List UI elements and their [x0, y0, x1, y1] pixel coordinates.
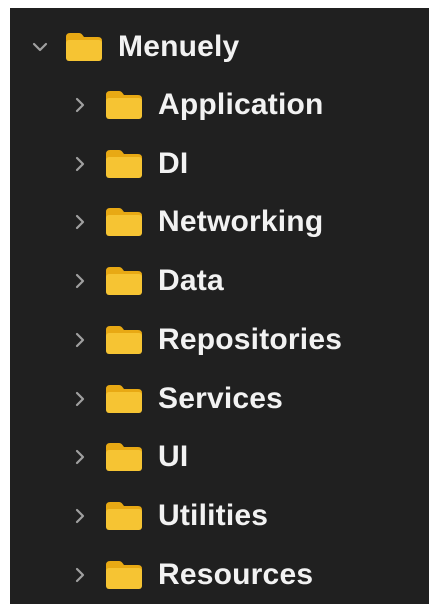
- folder-icon: [66, 33, 102, 61]
- folder-icon: [106, 560, 142, 589]
- chevron-right-icon[interactable]: [70, 154, 90, 174]
- folder-row-di[interactable]: DI: [10, 135, 429, 193]
- chevron-right-icon[interactable]: [70, 506, 90, 526]
- folder-row-services[interactable]: Services: [10, 370, 429, 428]
- chevron-right-icon[interactable]: [70, 565, 90, 585]
- folder-row-networking[interactable]: Networking: [10, 193, 429, 251]
- folder-label: Resources: [158, 557, 314, 591]
- folder-label: Repositories: [158, 322, 343, 356]
- chevron-right-icon[interactable]: [70, 389, 90, 409]
- folder-label: Utilities: [158, 498, 269, 532]
- folder-icon: [106, 267, 142, 296]
- folder-label: Application: [158, 88, 324, 121]
- chevron-right-icon[interactable]: [70, 330, 90, 350]
- folder-label: Networking: [158, 205, 324, 239]
- folder-label: Services: [158, 381, 284, 415]
- folder-label: DI: [158, 146, 189, 180]
- folder-label: UI: [158, 440, 189, 474]
- chevron-right-icon[interactable]: [70, 95, 90, 115]
- chevron-right-icon[interactable]: [70, 447, 90, 467]
- folder-row-utilities[interactable]: Utilities: [10, 487, 429, 545]
- folder-icon: [106, 325, 142, 354]
- project-navigator: Menuely Application DI Networking Data Repos…: [10, 8, 429, 604]
- folder-row-repositories[interactable]: Repositories: [10, 311, 429, 369]
- folder-icon: [106, 208, 142, 237]
- chevron-right-icon[interactable]: [70, 271, 90, 291]
- folder-icon: [106, 91, 142, 119]
- folder-row-data[interactable]: Data: [10, 252, 429, 310]
- folder-row-resources[interactable]: Resources: [10, 546, 429, 604]
- folder-row-application[interactable]: Application: [10, 76, 429, 134]
- folder-icon: [106, 384, 142, 413]
- folder-icon: [106, 149, 142, 178]
- chevron-right-icon[interactable]: [70, 212, 90, 232]
- folder-label: Menuely: [118, 30, 240, 63]
- folder-row-ui[interactable]: UI: [10, 428, 429, 486]
- chevron-down-icon[interactable]: [30, 37, 50, 57]
- folder-row-menuely[interactable]: Menuely: [10, 18, 429, 76]
- folder-label: Data: [158, 264, 224, 298]
- folder-icon: [106, 443, 142, 472]
- folder-icon: [106, 501, 142, 530]
